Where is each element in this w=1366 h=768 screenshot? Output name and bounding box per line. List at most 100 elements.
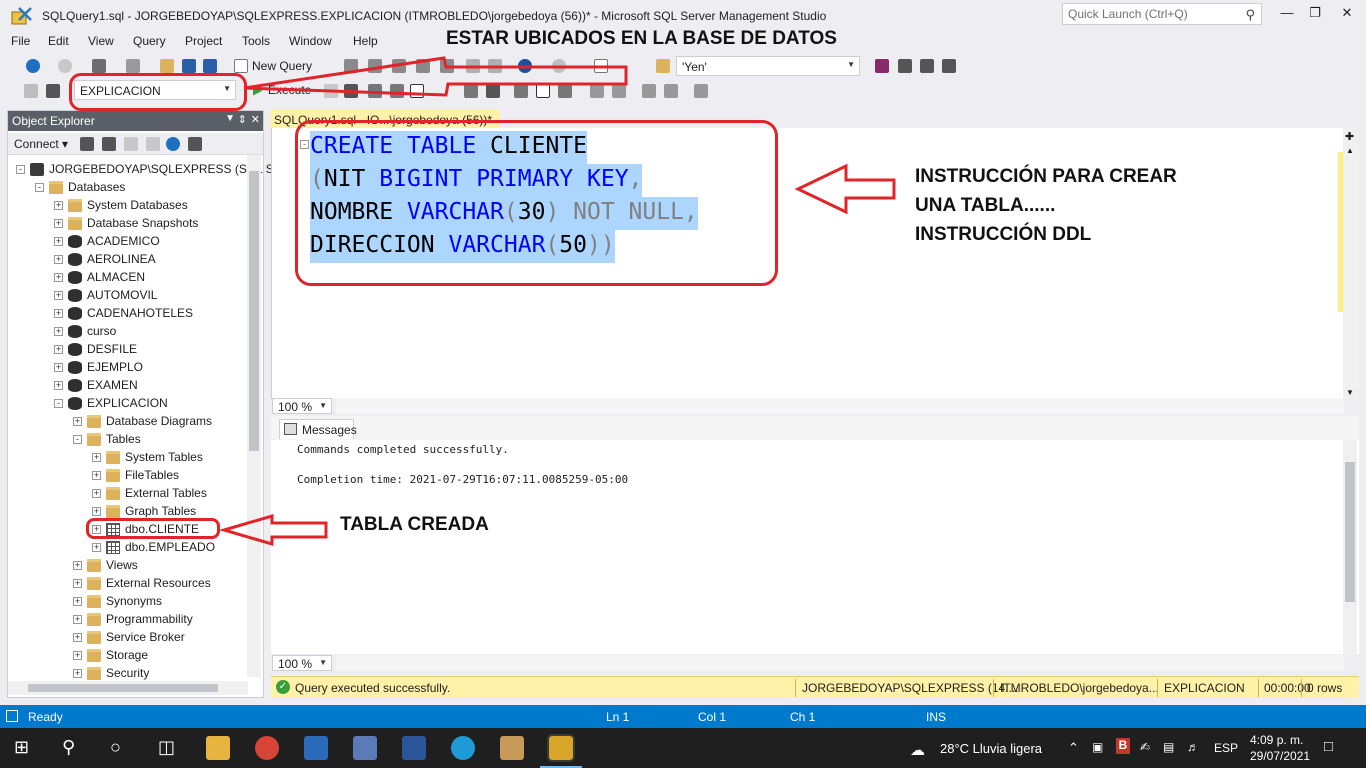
tree-vertical-scroll-thumb[interactable] (249, 171, 259, 451)
show-hidden-icons[interactable]: ⌃ (1068, 740, 1079, 756)
tree-horizontal-scrollbar[interactable] (8, 681, 248, 695)
split-icon[interactable]: ✚ (1345, 130, 1354, 143)
results-horizontal-scrollbar[interactable] (336, 655, 1344, 671)
dax-query-icon[interactable] (440, 59, 454, 73)
expand-icon[interactable]: + (54, 201, 63, 210)
messages-scroll-thumb[interactable] (1345, 462, 1355, 602)
edge-icon[interactable] (451, 736, 475, 760)
save-all-icon[interactable] (203, 59, 217, 73)
close-button[interactable]: ✕ (1332, 5, 1362, 25)
results-to-grid-icon[interactable] (536, 84, 550, 98)
expand-icon[interactable]: + (54, 381, 63, 390)
results-zoom-dropdown[interactable]: 100 % ▼ (272, 655, 332, 671)
restore-button[interactable]: ❐ (1300, 5, 1330, 25)
editor-vertical-scrollbar[interactable]: ✚ ▲ ▼ (1343, 128, 1359, 399)
parse-icon[interactable] (344, 84, 358, 98)
intellisense-icon[interactable] (410, 84, 424, 98)
expand-icon[interactable]: + (73, 669, 82, 678)
expand-icon[interactable]: + (54, 219, 63, 228)
notifications-icon[interactable]: □ (1324, 738, 1333, 755)
expand-icon[interactable]: + (54, 345, 63, 354)
weather-text[interactable]: 28°C Lluvia ligera (940, 741, 1042, 756)
results-to-file-icon[interactable] (558, 84, 572, 98)
network-icon[interactable] (353, 736, 377, 760)
tab-messages[interactable]: Messages (279, 419, 357, 439)
security-icon[interactable] (304, 736, 328, 760)
word-icon[interactable] (402, 736, 426, 760)
tray-app-icon[interactable]: ▣ (1092, 740, 1103, 754)
expand-icon[interactable]: + (73, 633, 82, 642)
find-in-files-icon[interactable] (656, 59, 670, 73)
clock-date[interactable]: 29/07/2021 (1250, 749, 1310, 763)
expand-icon[interactable]: + (73, 417, 82, 426)
windows-start-icon[interactable]: ⊞ (14, 737, 29, 758)
expand-icon[interactable]: + (92, 507, 101, 516)
expand-icon[interactable]: + (73, 651, 82, 660)
clock-time[interactable]: 4:09 p. m. (1250, 733, 1303, 747)
search-icon[interactable]: ⚲ (62, 737, 75, 758)
execute-button[interactable]: Execute (268, 83, 311, 97)
toolbox-icon[interactable] (920, 59, 934, 73)
expand-icon[interactable]: + (54, 363, 63, 372)
activity-monitor-icon[interactable] (594, 59, 608, 73)
editor-zoom-dropdown[interactable]: 100 % ▼ (272, 398, 332, 414)
task-view-icon[interactable]: ◫ (158, 737, 175, 758)
tree-node[interactable]: - JORGEBEDOYAP\SQLEXPRESS (SQL S (16, 161, 274, 179)
file-explorer-icon[interactable] (206, 736, 230, 760)
command-window-icon[interactable] (942, 59, 956, 73)
expand-icon[interactable]: + (73, 561, 82, 570)
menu-help[interactable]: Help (353, 34, 378, 48)
collapse-icon[interactable]: - (16, 165, 25, 174)
expand-icon[interactable]: + (54, 327, 63, 336)
tree-node[interactable]: + Service Broker (73, 629, 303, 647)
add-item-icon[interactable] (126, 59, 140, 73)
ssms-app-icon[interactable] (11, 6, 33, 26)
query-designer-icon[interactable] (390, 84, 404, 98)
open-file-icon[interactable] (160, 59, 174, 73)
mdx-query-icon[interactable] (368, 59, 382, 73)
change-connection-icon[interactable] (46, 84, 60, 98)
decrease-indent-icon[interactable] (642, 84, 656, 98)
cortana-icon[interactable]: ○ (110, 737, 121, 758)
ssms-taskbar-icon[interactable] (547, 734, 575, 762)
network-tray-icon[interactable]: ▤ (1163, 740, 1174, 754)
expand-icon[interactable]: + (92, 489, 101, 498)
tree-node[interactable]: + Storage (73, 647, 303, 665)
scroll-down-icon[interactable]: ▼ (1346, 388, 1354, 397)
editor-horizontal-scrollbar[interactable] (336, 398, 1344, 414)
connect-button[interactable]: Connect ▾ (14, 137, 68, 151)
messages-pane[interactable]: Commands completed successfully. Complet… (271, 440, 1359, 654)
menu-project[interactable]: Project (185, 34, 222, 48)
expand-icon[interactable]: + (92, 453, 101, 462)
filter-icon[interactable] (146, 137, 160, 151)
stop-icon[interactable] (124, 137, 138, 151)
comment-icon[interactable] (590, 84, 604, 98)
include-plan-icon[interactable] (464, 84, 478, 98)
tree-node[interactable]: + Synonyms (73, 593, 303, 611)
tree-node[interactable]: + Database Diagrams (73, 413, 303, 431)
client-statistics-icon[interactable] (486, 84, 500, 98)
tree-node[interactable]: + External Resources (73, 575, 303, 593)
connect-icon[interactable] (80, 137, 94, 151)
menu-edit[interactable]: Edit (48, 34, 69, 48)
volume-icon[interactable]: ♬ (1187, 740, 1199, 754)
xmla-query-icon[interactable] (416, 59, 430, 73)
quick-launch-input[interactable]: Quick Launch (Ctrl+Q) ⚲ (1062, 3, 1262, 25)
find-combo[interactable]: 'Yen' ▼ (676, 56, 860, 76)
db-engine-query-icon[interactable] (344, 59, 358, 73)
cut-icon[interactable] (466, 59, 480, 73)
disconnect-icon[interactable] (102, 137, 116, 151)
menu-query[interactable]: Query (133, 34, 166, 48)
paint-icon[interactable] (500, 736, 524, 760)
tray-ime-icon[interactable]: ✍ (1140, 740, 1150, 754)
results-to-text-icon[interactable] (514, 84, 528, 98)
tray-b-icon[interactable]: B (1116, 738, 1130, 754)
tree-node[interactable]: - Tables (73, 431, 303, 449)
solution-explorer-icon[interactable] (875, 59, 889, 73)
save-icon[interactable] (182, 59, 196, 73)
weather-icon[interactable]: ☁ (910, 741, 925, 759)
expand-icon[interactable]: + (54, 273, 63, 282)
connect-icon[interactable] (24, 84, 38, 98)
tree-horizontal-scroll-thumb[interactable] (28, 684, 218, 692)
back-icon[interactable] (26, 59, 40, 73)
